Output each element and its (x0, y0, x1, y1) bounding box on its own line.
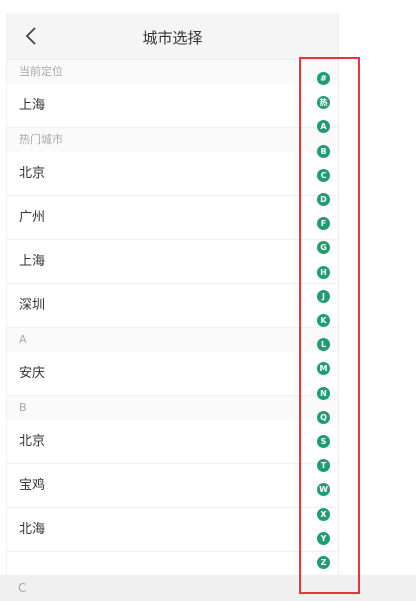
city-item[interactable]: 北京 (7, 420, 338, 464)
index-letter[interactable]: T (317, 459, 330, 473)
index-letter[interactable]: K (317, 314, 330, 327)
city-item[interactable]: 深圳 (7, 284, 338, 328)
city-item[interactable]: 安庆 (7, 352, 338, 396)
index-letter[interactable]: G (317, 241, 330, 255)
section-a: A (7, 328, 338, 352)
city-item[interactable]: 宝鸡 (7, 464, 338, 508)
index-letter[interactable]: Z (317, 556, 330, 569)
index-letter[interactable]: W (317, 483, 330, 497)
city-list[interactable]: 当前定位 上海 热门城市 北京 广州 上海 深圳 A 安庆 B 北京 宝鸡 北海 (7, 60, 338, 552)
city-item[interactable]: 北京 (7, 152, 338, 196)
city-item[interactable]: 北海 (7, 508, 338, 552)
section-hot-cities: 热门城市 (7, 128, 338, 152)
index-letter[interactable]: Y (317, 531, 330, 545)
index-letter[interactable]: L (317, 338, 330, 352)
city-item[interactable]: 上海 (7, 240, 338, 284)
index-letter[interactable]: F (317, 217, 330, 231)
index-letter[interactable]: X (317, 507, 330, 521)
index-letter[interactable]: H (317, 265, 330, 279)
index-letter[interactable]: J (317, 289, 330, 303)
index-letter[interactable]: 热 (317, 96, 330, 110)
index-letter[interactable]: M (317, 362, 330, 376)
section-current-location: 当前定位 (7, 60, 338, 84)
index-letter[interactable]: D (317, 193, 330, 206)
index-letter[interactable]: Q (317, 410, 330, 424)
city-picker-screen: 城市选择 当前定位 上海 热门城市 北京 广州 上海 深圳 A 安庆 B 北京 … (6, 13, 339, 601)
city-item[interactable]: 广州 (7, 196, 338, 240)
alphabet-index-bar[interactable]: # 热 A B C D F G H J K L M N Q S T W X Y Z (309, 66, 337, 576)
index-letter[interactable]: S (317, 435, 330, 448)
index-letter[interactable]: N (317, 386, 330, 400)
index-letter[interactable]: A (317, 120, 330, 134)
section-b: B (7, 396, 338, 420)
page-title: 城市选择 (142, 29, 203, 47)
nav-bar: 城市选择 (7, 13, 338, 60)
section-header-bar (0, 575, 416, 601)
index-letter[interactable]: C (317, 168, 330, 182)
city-item[interactable]: 上海 (7, 84, 338, 128)
index-letter[interactable]: B (317, 144, 330, 158)
index-letter[interactable]: # (317, 72, 330, 85)
section-c: C (18, 581, 27, 595)
